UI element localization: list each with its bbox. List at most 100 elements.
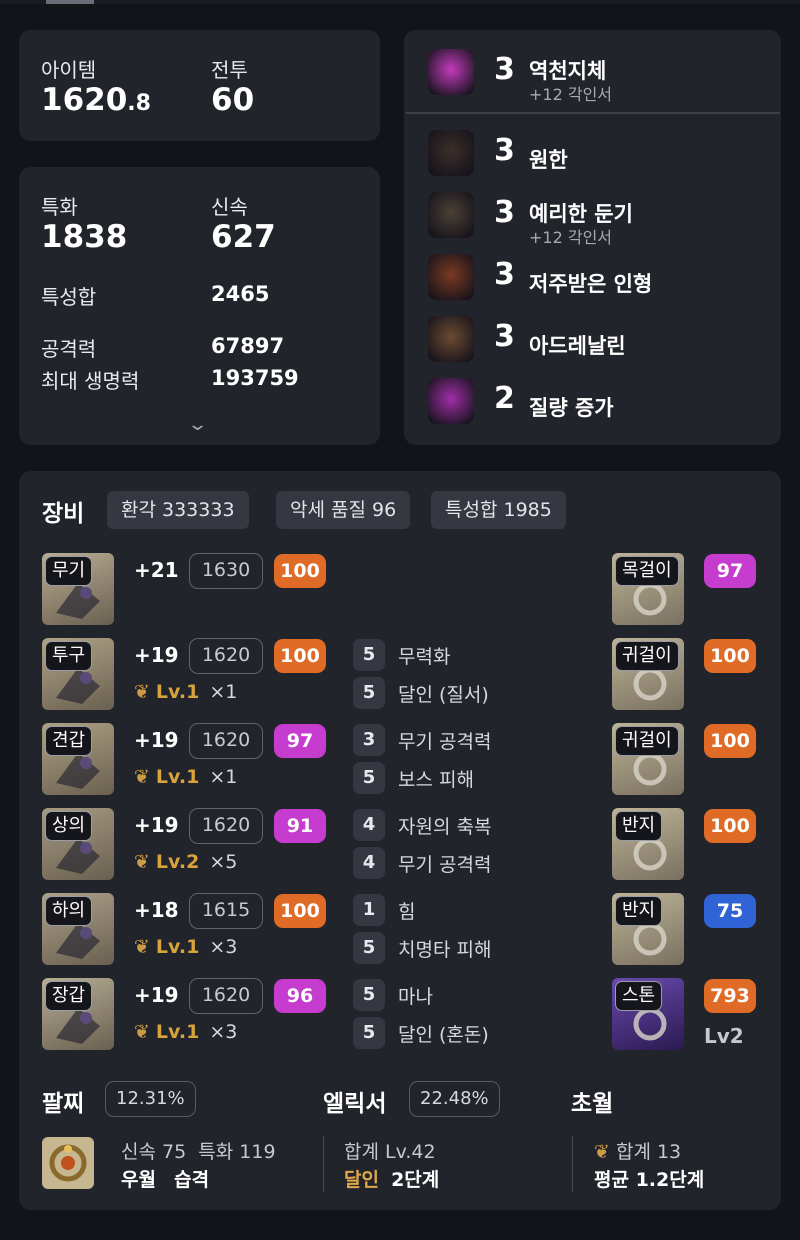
- engraving-level: 3: [494, 195, 515, 230]
- upgrade-level: +19: [134, 813, 179, 837]
- bracelet-title: 팔찌: [42, 1091, 85, 1117]
- quality-badge: 100: [704, 724, 756, 758]
- accessory-icon[interactable]: 귀걸이: [612, 638, 684, 710]
- slot-label: 투구: [45, 641, 93, 671]
- slot-label: 반지: [615, 896, 663, 926]
- combat-level-value: 60: [211, 82, 255, 118]
- slot-label: 장갑: [45, 981, 93, 1011]
- leaf-icon: ❦: [134, 681, 150, 703]
- engraving-row[interactable]: 3 역천지체 +12 각인서: [404, 44, 781, 104]
- swift-label: 신속: [211, 195, 248, 219]
- level-card: 아이템 1620.8 전투 60: [19, 30, 380, 141]
- trait-sum-value: 2465: [211, 282, 270, 306]
- slot-label: 무기: [45, 556, 93, 586]
- engraving-row[interactable]: 2 질량 증가: [404, 373, 781, 431]
- engraving-book: +12 각인서: [529, 85, 613, 104]
- upgrade-level: +19: [134, 983, 179, 1007]
- leaf-icon: ❦: [134, 1021, 150, 1043]
- divider: [323, 1136, 324, 1192]
- leaf-icon: ❦: [134, 851, 150, 873]
- trait-sum-label: 특성합: [41, 285, 97, 309]
- engraving-icon: [428, 192, 474, 238]
- accessory-icon[interactable]: 귀걸이: [612, 723, 684, 795]
- tag-transcend: 환각 333333: [107, 491, 249, 529]
- effect-level: 5: [353, 1017, 385, 1049]
- engraving-icon: [428, 254, 474, 300]
- accessory-icon[interactable]: 목걸이: [612, 553, 684, 625]
- armor-icon[interactable]: 견갑: [42, 723, 114, 795]
- max-hp-value: 193759: [211, 366, 299, 390]
- slot-label: 상의: [45, 811, 93, 841]
- elixir-set: 달인 2단계: [344, 1169, 440, 1191]
- transcend-level: ❦ Lv.1 ×1: [134, 681, 238, 703]
- effect-level: 5: [353, 677, 385, 709]
- transcend-total: ❦ 합계 13: [594, 1141, 682, 1163]
- leaf-icon: ❦: [134, 766, 150, 788]
- tag-trait-sum: 특성합 1985: [431, 491, 566, 529]
- engraving-level: 3: [494, 133, 515, 168]
- quality-badge: 100: [274, 639, 326, 673]
- quality-badge: 100: [274, 554, 326, 588]
- transcend-average: 평균 1.2단계: [594, 1169, 705, 1191]
- slot-label: 견갑: [45, 726, 93, 756]
- effect-level: 5: [353, 932, 385, 964]
- effect-name: 달인 (질서): [398, 684, 489, 706]
- effect-level: 3: [353, 724, 385, 756]
- item-level-box: 1620: [189, 808, 263, 844]
- effect-level: 5: [353, 762, 385, 794]
- engraving-level: 3: [494, 257, 515, 292]
- effect-name: 무기 공격력: [398, 731, 492, 753]
- armor-icon[interactable]: 무기: [42, 553, 114, 625]
- max-hp-label: 최대 생명력: [41, 369, 140, 393]
- upgrade-level: +21: [134, 558, 179, 582]
- elixir-percent: 22.48%: [409, 1081, 500, 1117]
- effect-level: 4: [353, 847, 385, 879]
- engraving-icon: [428, 49, 474, 95]
- effect-name: 달인 (혼돈): [398, 1024, 489, 1046]
- item-level-label: 아이템: [41, 58, 97, 82]
- engraving-row[interactable]: 3 예리한 둔기 +12 각인서: [404, 187, 781, 247]
- elixir-total: 합계 Lv.42: [344, 1141, 436, 1163]
- quality-badge: 97: [274, 724, 326, 758]
- spec-value: 1838: [41, 219, 128, 255]
- engraving-row[interactable]: 3 저주받은 인형: [404, 249, 781, 307]
- attack-value: 67897: [211, 334, 285, 358]
- transcend-level: ❦ Lv.1 ×3: [134, 936, 238, 958]
- slot-label: 귀걸이: [615, 641, 679, 671]
- quality-badge: 793: [704, 979, 756, 1013]
- scroll-indicator: [46, 0, 94, 4]
- item-level-value: 1620.8: [41, 82, 151, 118]
- engraving-row[interactable]: 3 원한: [404, 125, 781, 183]
- engraving-name: 아드레날린: [529, 334, 626, 358]
- armor-icon[interactable]: 투구: [42, 638, 114, 710]
- accessory-icon[interactable]: 반지: [612, 808, 684, 880]
- elixir-title: 엘릭서: [323, 1091, 387, 1117]
- armor-icon[interactable]: 상의: [42, 808, 114, 880]
- stats-card[interactable]: 특화 1838 신속 627 특성합 2465 공격력 67897 최대 생명력…: [19, 167, 380, 445]
- chevron-down-icon[interactable]: ⌄: [187, 414, 208, 435]
- engraving-level: 2: [494, 381, 515, 416]
- item-level-box: 1620: [189, 638, 263, 674]
- engraving-icon: [428, 378, 474, 424]
- effect-name: 자원의 축복: [398, 816, 492, 838]
- effect-name: 치명타 피해: [398, 939, 492, 961]
- armor-icon[interactable]: 장갑: [42, 978, 114, 1050]
- accessory-icon[interactable]: 스톤: [612, 978, 684, 1050]
- engraving-name: 원한: [529, 148, 568, 172]
- effect-level: 4: [353, 809, 385, 841]
- engraving-icon: [428, 130, 474, 176]
- bracelet-icon[interactable]: [42, 1137, 94, 1189]
- armor-icon[interactable]: 하의: [42, 893, 114, 965]
- engraving-icon: [428, 316, 474, 362]
- attack-label: 공격력: [41, 337, 97, 361]
- quality-badge: 100: [704, 809, 756, 843]
- swift-value: 627: [211, 219, 276, 255]
- effect-name: 무력화: [398, 646, 451, 668]
- bracelet-effects: 우월 습격: [121, 1169, 210, 1191]
- engraving-name: 저주받은 인형: [529, 272, 653, 296]
- slot-label: 스톤: [615, 981, 663, 1011]
- accessory-icon[interactable]: 반지: [612, 893, 684, 965]
- item-level-box: 1620: [189, 978, 263, 1014]
- engraving-row[interactable]: 3 아드레날린: [404, 311, 781, 369]
- engraving-level: 3: [494, 319, 515, 354]
